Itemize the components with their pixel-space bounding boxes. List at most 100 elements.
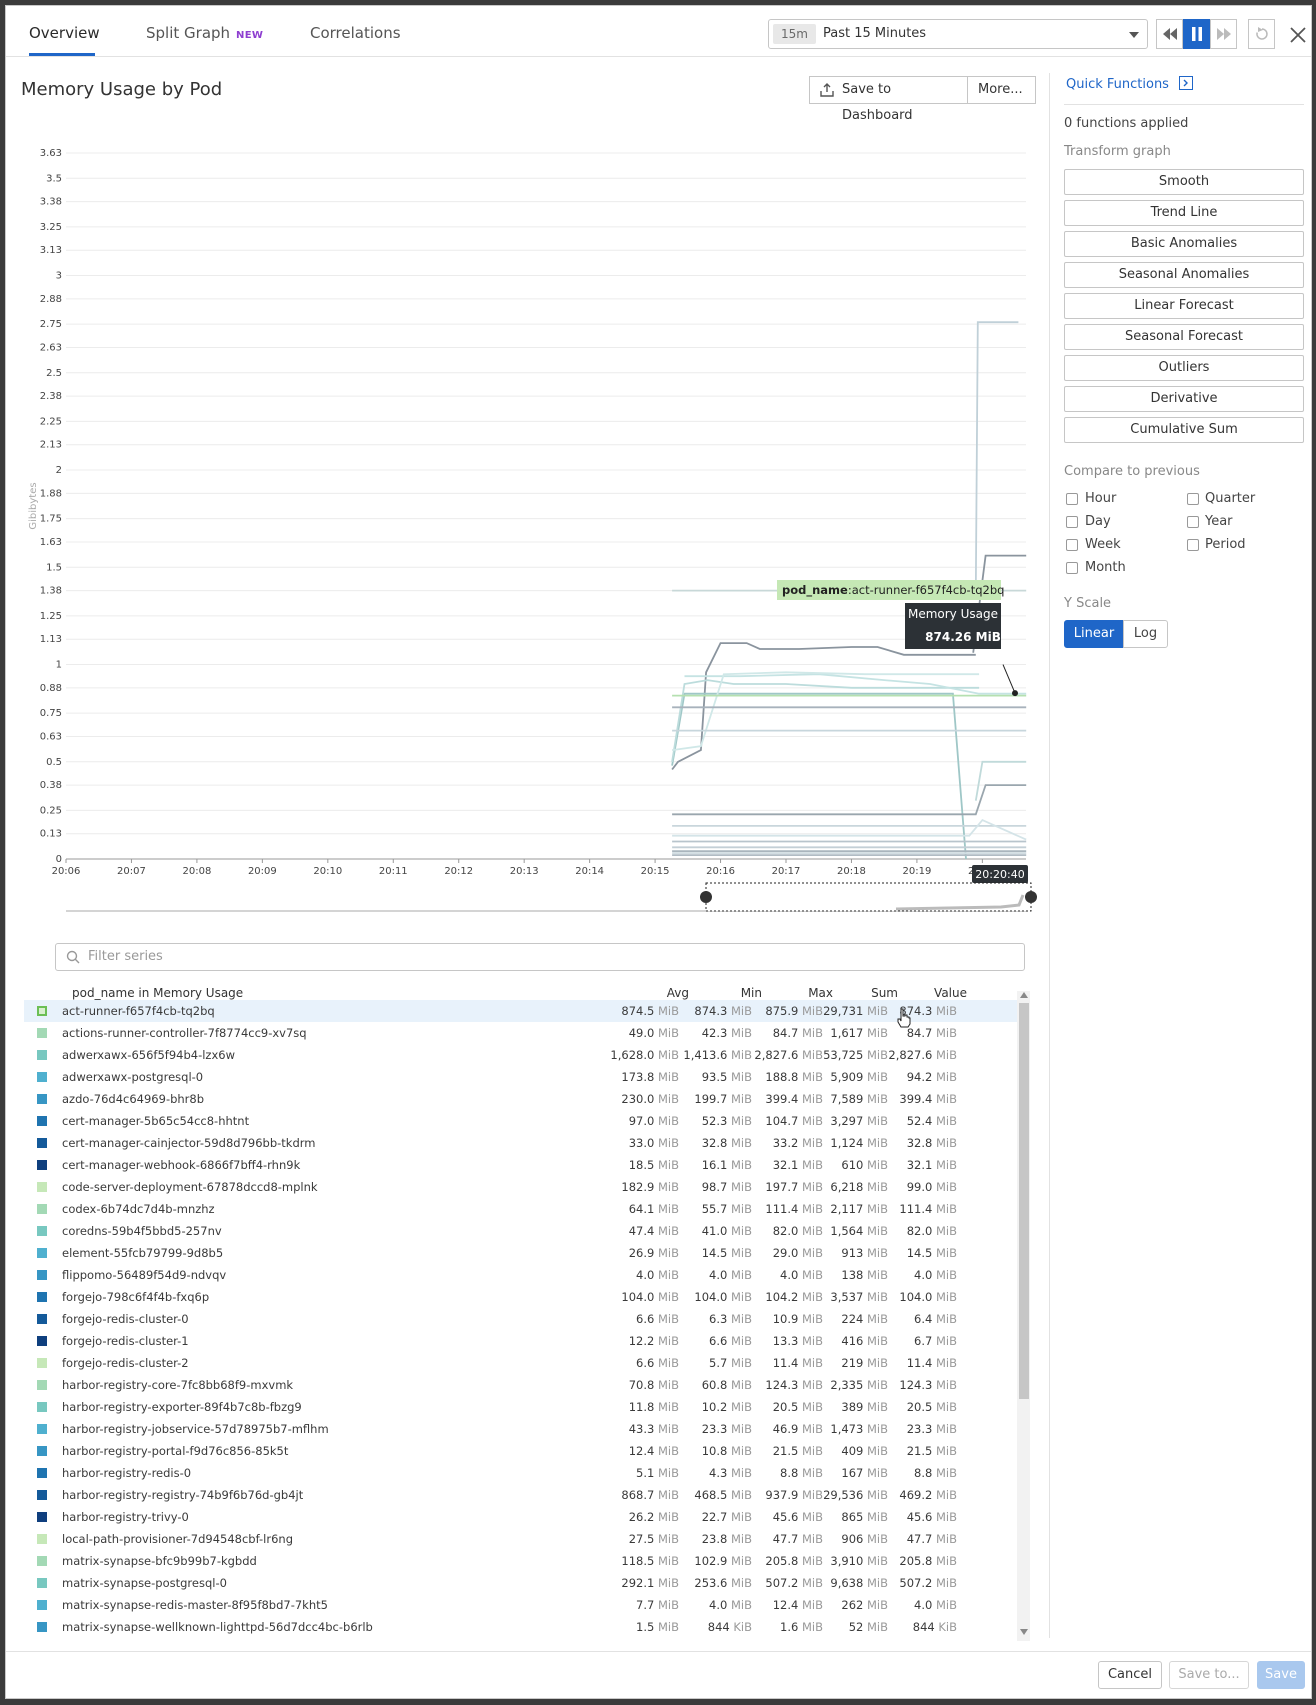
table-row[interactable]: harbor-registry-redis-0 5.1 MiB 4.3 MiB 8.8… [24,1462,1024,1484]
quick-functions-header[interactable]: Quick Functions [1066,76,1194,92]
series-color-swatch[interactable] [37,1336,47,1346]
time-range-picker[interactable]: 15m Past 15 Minutes [768,19,1148,49]
compare-quarter-checkbox[interactable] [1187,493,1199,505]
y-scale-log-button[interactable]: Log [1123,620,1168,648]
table-row[interactable]: actions-runner-controller-7f8774cc9-xv7s… [24,1022,1024,1044]
table-row[interactable]: coredns-59b4f5bbd5-257nv 47.4 MiB 41.0 MiB… [24,1220,1024,1242]
tab-correlations[interactable]: Correlations [310,24,401,42]
function-button-cumulative-sum[interactable]: Cumulative Sum [1064,417,1304,443]
tab-split-graph[interactable]: Split Graph NEW [146,24,263,42]
series-color-swatch[interactable] [37,1512,47,1522]
compare-month-checkbox[interactable] [1066,562,1078,574]
function-button-linear-forecast[interactable]: Linear Forecast [1064,293,1304,319]
series-color-swatch[interactable] [37,1534,47,1544]
function-button-seasonal-forecast[interactable]: Seasonal Forecast [1064,324,1304,350]
save-to-button[interactable]: Save to... [1169,1661,1249,1689]
col-header-min[interactable]: Min [741,986,762,1000]
table-row[interactable]: cert-manager-5b65c54cc8-hhtnt 97.0 MiB 52.… [24,1110,1024,1132]
table-scrollbar-thumb[interactable] [1019,1003,1029,1399]
scroll-up-icon[interactable] [1019,991,1029,999]
table-row[interactable]: matrix-synapse-postgresql-0 292.1 MiB 253.… [24,1572,1024,1594]
series-color-swatch[interactable] [37,1490,47,1500]
series-color-swatch[interactable] [37,1050,47,1060]
table-row[interactable]: forgejo-redis-cluster-2 6.6 MiB 5.7 MiB 11.… [24,1352,1024,1374]
table-row[interactable]: matrix-synapse-bfc9b99b7-kgbdd 118.5 MiB 1… [24,1550,1024,1572]
pause-button[interactable] [1183,19,1210,49]
compare-hour-checkbox[interactable] [1066,493,1078,505]
col-header-max[interactable]: Max [808,986,833,1000]
table-row[interactable]: harbor-registry-portal-f9d76c856-85k5t 12… [24,1440,1024,1462]
range-handle-left[interactable] [700,891,712,903]
series-color-swatch[interactable] [37,1248,47,1258]
table-row[interactable]: codex-6b74dc7d4b-mnzhz 64.1 MiB 55.7 MiB 11… [24,1198,1024,1220]
table-row[interactable]: code-server-deployment-67878dccd8-mplnk 1… [24,1176,1024,1198]
series-color-swatch[interactable] [37,1380,47,1390]
table-row[interactable]: cert-manager-webhook-6866f7bff4-rhn9k 18.… [24,1154,1024,1176]
series-color-swatch[interactable] [37,1292,47,1302]
series-line[interactable] [672,819,1027,841]
series-color-swatch[interactable] [37,1094,47,1104]
table-row[interactable]: matrix-synapse-redis-master-8f95f8bd7-7k… [24,1594,1024,1616]
range-handle-right[interactable] [1025,891,1037,903]
table-row[interactable]: harbor-registry-core-7fc8bb68f9-mxvmk 70.… [24,1374,1024,1396]
table-row[interactable]: element-55fcb79799-9d8b5 26.9 MiB 14.5 MiB… [24,1242,1024,1264]
series-color-swatch[interactable] [37,1314,47,1324]
table-row[interactable]: act-runner-f657f4cb-tq2bq 874.5 MiB 874.3 … [24,1000,1024,1022]
series-line[interactable] [974,321,1019,591]
series-line[interactable] [974,760,1027,801]
table-row[interactable]: forgejo-redis-cluster-0 6.6 MiB 6.3 MiB 10.… [24,1308,1024,1330]
series-color-swatch[interactable] [37,1270,47,1280]
close-icon[interactable] [1289,26,1307,44]
series-color-swatch[interactable] [37,1182,47,1192]
table-row[interactable]: azdo-76d4c64969-bhr8b 230.0 MiB 199.7 MiB 3… [24,1088,1024,1110]
series-color-swatch[interactable] [37,1116,47,1126]
series-color-swatch[interactable] [37,1556,47,1566]
more-button[interactable]: More... [967,76,1036,104]
save-button[interactable]: Save [1257,1661,1305,1689]
compare-week-checkbox[interactable] [1066,539,1078,551]
memory-usage-chart[interactable]: Gibibytes 0 0.13 0.25 0.38 0.5 0.63 0.75 0.88 1 1.… [6,126,1046,926]
series-color-swatch[interactable] [37,1028,47,1038]
col-header-sum[interactable]: Sum [871,986,898,1000]
table-row[interactable]: harbor-registry-jobservice-57d78975b7-mf… [24,1418,1024,1440]
table-row[interactable]: forgejo-redis-cluster-1 12.2 MiB 6.6 MiB 13… [24,1330,1024,1352]
tab-overview[interactable]: Overview [29,24,100,42]
table-row[interactable]: adwerxawx-postgresql-0 173.8 MiB 93.5 MiB 1… [24,1066,1024,1088]
compare-year-checkbox[interactable] [1187,516,1199,528]
series-color-swatch[interactable] [37,1468,47,1478]
function-button-smooth[interactable]: Smooth [1064,169,1304,195]
series-color-swatch[interactable] [37,1160,47,1170]
table-row[interactable]: harbor-registry-trivy-0 26.2 MiB 22.7 MiB 4… [24,1506,1024,1528]
table-row[interactable]: matrix-synapse-wellknown-lighttpd-56d7dc… [24,1616,1024,1638]
compare-day-checkbox[interactable] [1066,516,1078,528]
series-color-swatch[interactable] [37,1006,47,1016]
series-color-swatch[interactable] [37,1138,47,1148]
series-color-swatch[interactable] [37,1600,47,1610]
collapse-panel-icon[interactable] [1179,76,1194,90]
function-button-outliers[interactable]: Outliers [1064,355,1304,381]
reset-button[interactable] [1248,19,1275,49]
col-header-value[interactable]: Value [934,986,967,1000]
series-color-swatch[interactable] [37,1402,47,1412]
table-row[interactable]: harbor-registry-exporter-89f4b7c8b-fbzg9… [24,1396,1024,1418]
table-row[interactable]: local-path-provisioner-7d94548cbf-lr6ng 2… [24,1528,1024,1550]
compare-period-checkbox[interactable] [1187,539,1199,551]
fast-forward-button[interactable] [1210,19,1237,49]
table-row[interactable]: cert-manager-cainjector-59d8d796bb-tkdrm… [24,1132,1024,1154]
col-header-avg[interactable]: Avg [667,986,689,1000]
series-color-swatch[interactable] [37,1226,47,1236]
series-color-swatch[interactable] [37,1622,47,1632]
table-row[interactable]: forgejo-798c6f4f4b-fxq6p 104.0 MiB 104.0 M… [24,1286,1024,1308]
series-color-swatch[interactable] [37,1072,47,1082]
rewind-button[interactable] [1156,19,1183,49]
table-row[interactable]: flippomo-56489f54d9-ndvqv 4.0 MiB 4.0 MiB 4… [24,1264,1024,1286]
col-header-name[interactable]: pod_name in Memory Usage [72,986,243,1000]
table-row[interactable]: adwerxawx-656f5f94b4-lzx6w 1,628.0 MiB 1,4… [24,1044,1024,1066]
function-button-trend-line[interactable]: Trend Line [1064,200,1304,226]
table-row[interactable]: harbor-registry-registry-74b9f6b76d-gb4j… [24,1484,1024,1506]
function-button-derivative[interactable]: Derivative [1064,386,1304,412]
function-button-basic-anomalies[interactable]: Basic Anomalies [1064,231,1304,257]
scroll-down-icon[interactable] [1019,1628,1029,1636]
series-color-swatch[interactable] [37,1204,47,1214]
series-color-swatch[interactable] [37,1578,47,1588]
